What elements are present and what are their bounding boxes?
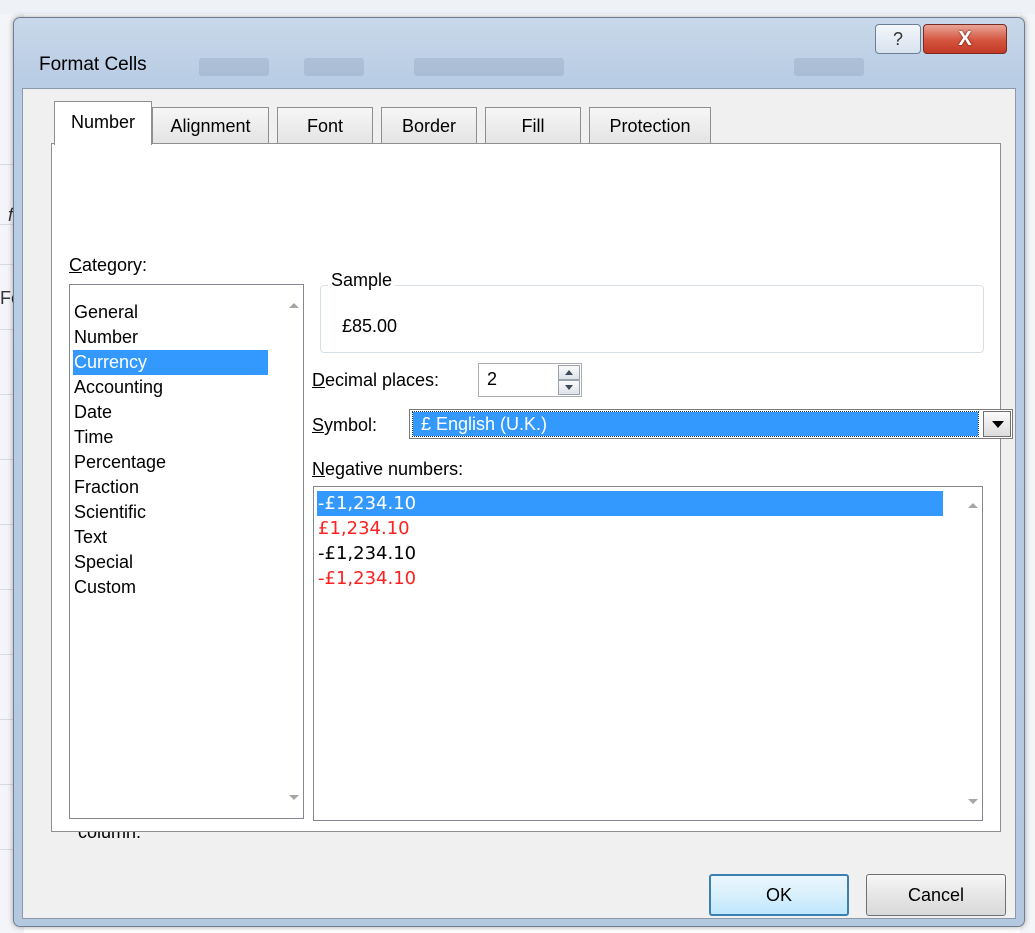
help-button[interactable]: ?: [875, 24, 921, 54]
category-item-number[interactable]: Number: [73, 325, 268, 350]
category-item-date[interactable]: Date: [73, 400, 268, 425]
background-toolbar-ghost: [414, 58, 564, 76]
spin-down-icon: [565, 385, 573, 390]
category-listbox[interactable]: General Number Currency Accounting Date …: [69, 284, 304, 819]
decimal-places-value[interactable]: 2: [487, 369, 497, 390]
tab-protection[interactable]: Protection: [589, 107, 711, 143]
category-item-currency[interactable]: Currency: [73, 350, 268, 375]
chevron-down-icon: [992, 421, 1004, 428]
category-item-fraction[interactable]: Fraction: [73, 475, 268, 500]
category-item-custom[interactable]: Custom: [73, 575, 268, 600]
spin-down-button[interactable]: [558, 380, 580, 395]
format-cells-dialog: Format Cells ? X Number Alignment Font B…: [13, 17, 1025, 927]
negative-format-item[interactable]: £1,234.10: [317, 516, 943, 541]
scroll-up-arrow-icon[interactable]: [289, 303, 299, 308]
negative-numbers-listbox[interactable]: -£1,234.10 £1,234.10 -£1,234.10 -£1,234.…: [313, 486, 983, 821]
tab-alignment[interactable]: Alignment: [152, 107, 269, 143]
category-item-scientific[interactable]: Scientific: [73, 500, 268, 525]
background-toolbar-ghost: [199, 58, 269, 76]
tab-fill[interactable]: Fill: [485, 107, 581, 143]
number-tab-panel: Category: General Number Currency Accoun…: [51, 143, 1013, 832]
symbol-dropdown-button[interactable]: [983, 411, 1011, 437]
cancel-button[interactable]: Cancel: [866, 874, 1006, 916]
spin-up-button[interactable]: [558, 365, 580, 380]
negative-numbers-label: Negative numbers:: [312, 459, 464, 479]
category-item-accounting[interactable]: Accounting: [73, 375, 268, 400]
category-item-text[interactable]: Text: [73, 525, 268, 550]
symbol-label: Symbol:: [312, 415, 378, 435]
category-label: Category:: [69, 255, 148, 275]
background-toolbar-ghost: [304, 58, 364, 76]
negative-numbers-scrollbar[interactable]: [964, 487, 982, 820]
negative-format-item[interactable]: -£1,234.10: [317, 566, 943, 591]
tab-font[interactable]: Font: [277, 107, 373, 143]
close-button[interactable]: X: [923, 24, 1007, 54]
spin-buttons: [558, 365, 580, 395]
spin-up-icon: [565, 370, 573, 375]
scroll-down-arrow-icon[interactable]: [968, 799, 978, 804]
category-item-general[interactable]: General: [73, 300, 268, 325]
symbol-select[interactable]: £ English (U.K.): [409, 409, 1013, 439]
sample-legend: Sample: [328, 270, 396, 291]
title-bar[interactable]: Format Cells ? X: [14, 18, 1024, 88]
ok-button[interactable]: OK: [709, 874, 849, 916]
scroll-up-arrow-icon[interactable]: [968, 503, 978, 508]
negative-format-item[interactable]: -£1,234.10: [317, 491, 943, 516]
scroll-down-arrow-icon[interactable]: [289, 795, 299, 800]
category-item-time[interactable]: Time: [73, 425, 268, 450]
negative-format-item[interactable]: -£1,234.10: [317, 541, 943, 566]
sample-value: £85.00: [342, 316, 398, 336]
dialog-title: Format Cells: [39, 54, 147, 75]
category-item-special[interactable]: Special: [73, 550, 268, 575]
sample-groupbox: [320, 285, 984, 353]
spreadsheet-top-strip: [0, 0, 1035, 14]
symbol-selected-value[interactable]: £ English (U.K.): [412, 411, 979, 437]
dialog-client-area: Number Alignment Font Border Fill Protec…: [22, 88, 1016, 919]
tab-number[interactable]: Number: [54, 101, 152, 145]
background-toolbar-ghost: [794, 58, 864, 76]
tab-border[interactable]: Border: [381, 107, 477, 143]
decimal-places-label: Decimal places:: [312, 370, 440, 390]
category-scrollbar[interactable]: [285, 285, 303, 818]
category-item-percentage[interactable]: Percentage: [73, 450, 268, 475]
decimal-places-stepper[interactable]: 2: [478, 363, 582, 397]
